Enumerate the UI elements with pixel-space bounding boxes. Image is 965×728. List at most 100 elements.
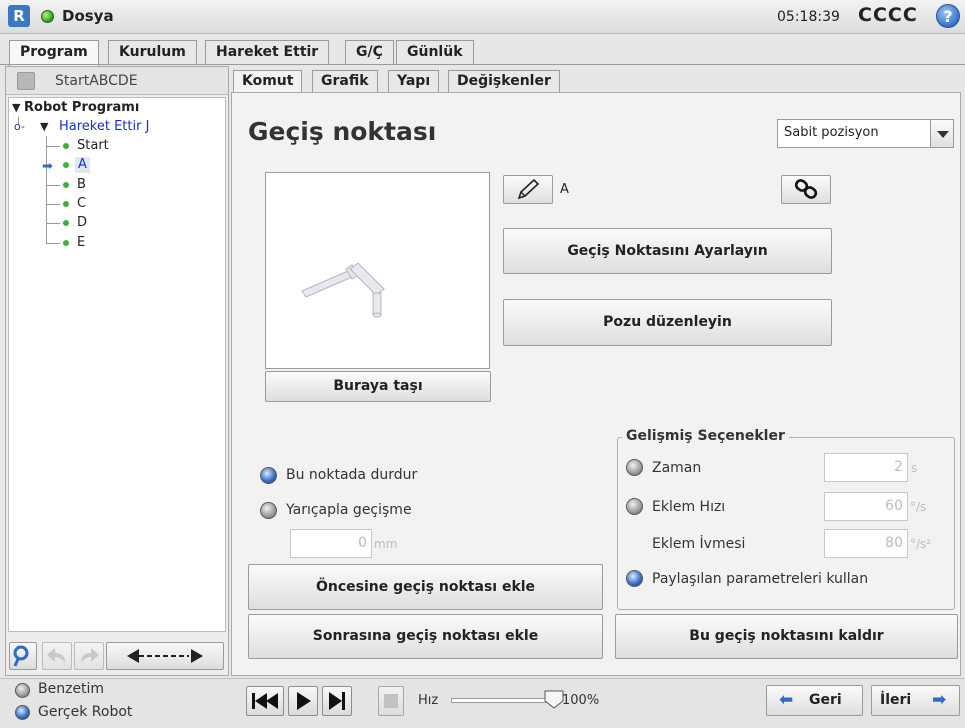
tree-item-e[interactable]: E <box>77 235 85 251</box>
waypoint-dot-icon <box>63 220 69 226</box>
expand-icon[interactable]: ▼ <box>12 100 20 116</box>
position-type-value: Sabit pozisyon <box>784 125 879 140</box>
step-forward-icon <box>329 692 345 710</box>
tab-variables[interactable]: Değişkenler <box>448 70 560 92</box>
search-button[interactable] <box>9 642 37 670</box>
status-dot-icon <box>41 10 54 23</box>
time-unit: s <box>911 461 918 475</box>
blend-radio[interactable] <box>260 502 277 519</box>
file-menu[interactable]: Dosya <box>62 7 114 25</box>
double-arrow-icon <box>127 649 203 663</box>
blend-label: Yarıçapla geçişme <box>286 502 412 518</box>
tree-connector <box>46 243 60 244</box>
search-icon <box>13 645 29 667</box>
advanced-options-title: Gelişmiş Seçenekler <box>622 428 789 444</box>
joint-accel-input[interactable]: 80 <box>824 529 908 558</box>
stop-here-radio[interactable] <box>260 467 277 484</box>
tab-program[interactable]: Program <box>9 40 99 66</box>
chevron-down-icon[interactable] <box>930 120 953 147</box>
play-icon <box>297 692 311 710</box>
waypoint-dot-icon <box>63 143 69 149</box>
joint-speed-input[interactable]: 60 <box>824 492 908 521</box>
robot-name: CCCC <box>858 4 918 26</box>
tree-connector <box>46 146 60 147</box>
undo-button[interactable] <box>42 642 72 670</box>
blend-unit: mm <box>374 537 398 551</box>
robot-arm-icon <box>301 262 385 318</box>
add-before-button[interactable]: Öncesine geçiş noktası ekle <box>248 564 603 610</box>
tab-installation[interactable]: Kurulum <box>108 40 197 64</box>
step-button[interactable] <box>322 686 352 716</box>
tree-item-a[interactable]: A <box>75 157 90 173</box>
joint-speed-label: Eklem Hızı <box>652 499 726 515</box>
tab-move[interactable]: Hareket Ettir <box>205 40 330 64</box>
undo-icon <box>47 648 65 663</box>
add-after-button[interactable]: Sonrasına geçiş noktası ekle <box>248 614 603 659</box>
simulation-label: Benzetim <box>38 681 105 697</box>
pencil-icon <box>517 178 540 200</box>
tree-connector <box>46 223 60 224</box>
rewind-button[interactable] <box>246 686 284 716</box>
tab-io[interactable]: G/Ç <box>345 40 394 64</box>
waypoint-dot-icon <box>63 240 69 246</box>
redo-button[interactable] <box>74 642 104 670</box>
tab-graphics[interactable]: Grafik <box>312 70 378 92</box>
real-robot-radio[interactable] <box>15 705 30 720</box>
tab-command[interactable]: Komut <box>233 70 303 93</box>
tree-item-b[interactable]: B <box>77 177 86 193</box>
edit-pose-button[interactable]: Pozu düzenleyin <box>503 299 832 346</box>
tree-item-c[interactable]: C <box>77 196 86 212</box>
set-waypoint-button[interactable]: Geçiş Noktasını Ayarlayın <box>503 228 832 274</box>
back-button[interactable]: ⬅ Geri <box>766 685 863 716</box>
save-icon[interactable] <box>17 72 35 90</box>
expand-icon[interactable]: ▼ <box>40 119 48 135</box>
time-label: Zaman <box>652 460 702 476</box>
shared-params-radio[interactable] <box>626 570 643 587</box>
blend-radius-input[interactable]: 0 <box>290 529 372 558</box>
move-here-button[interactable]: Buraya taşı <box>265 371 491 402</box>
program-name: StartABCDE <box>55 73 138 89</box>
tree-item-move[interactable]: Hareket Ettir J <box>59 119 149 135</box>
link-button[interactable] <box>781 175 831 204</box>
joint-accel-unit: °/s² <box>910 537 932 551</box>
speed-value: 100% <box>562 693 600 708</box>
tab-structure[interactable]: Yapı <box>388 70 440 92</box>
waypoint-dot-icon <box>63 201 69 207</box>
arrow-right-icon: ➡ <box>932 690 947 710</box>
tab-log[interactable]: Günlük <box>396 40 474 64</box>
tree-item-start[interactable]: Start <box>77 138 109 154</box>
shared-params-label: Paylaşılan parametreleri kullan <box>652 571 869 587</box>
arrow-left-icon: ⬅ <box>779 690 794 710</box>
joint-speed-radio[interactable] <box>626 498 643 515</box>
speed-slider-handle[interactable] <box>544 689 564 709</box>
waypoint-dot-icon <box>63 182 69 188</box>
tree-connector <box>46 136 47 244</box>
panel-resize-button[interactable] <box>106 642 224 670</box>
time-input[interactable]: 2 <box>824 453 908 482</box>
stop-icon <box>384 694 398 708</box>
tree-item-d[interactable]: D <box>77 215 87 231</box>
speed-label: Hız <box>418 693 439 708</box>
help-icon[interactable]: ? <box>936 4 960 28</box>
simulation-radio[interactable] <box>15 683 30 698</box>
time-radio[interactable] <box>626 459 643 476</box>
next-button[interactable]: İleri ➡ <box>871 685 960 716</box>
tree-connector <box>46 185 60 186</box>
stop-button[interactable] <box>378 686 404 716</box>
tree-node-icon: o- <box>14 120 25 133</box>
program-tree <box>8 97 226 632</box>
skip-back-icon <box>252 693 278 709</box>
back-label: Geri <box>809 692 842 708</box>
tab-divider <box>0 64 965 65</box>
redo-icon <box>81 648 99 663</box>
next-label: İleri <box>880 692 912 708</box>
page-title: Geçiş noktası <box>248 117 437 146</box>
joint-accel-label: Eklem İvmesi <box>652 536 746 552</box>
ur-logo-icon: R <box>8 5 30 27</box>
remove-waypoint-button[interactable]: Bu geçiş noktasını kaldır <box>615 614 958 659</box>
joint-speed-unit: °/s <box>910 500 927 514</box>
tree-root[interactable]: Robot Programı <box>24 100 139 116</box>
current-line-arrow-icon: ➡ <box>42 159 53 174</box>
play-button[interactable] <box>288 686 318 716</box>
rename-button[interactable] <box>503 175 553 204</box>
